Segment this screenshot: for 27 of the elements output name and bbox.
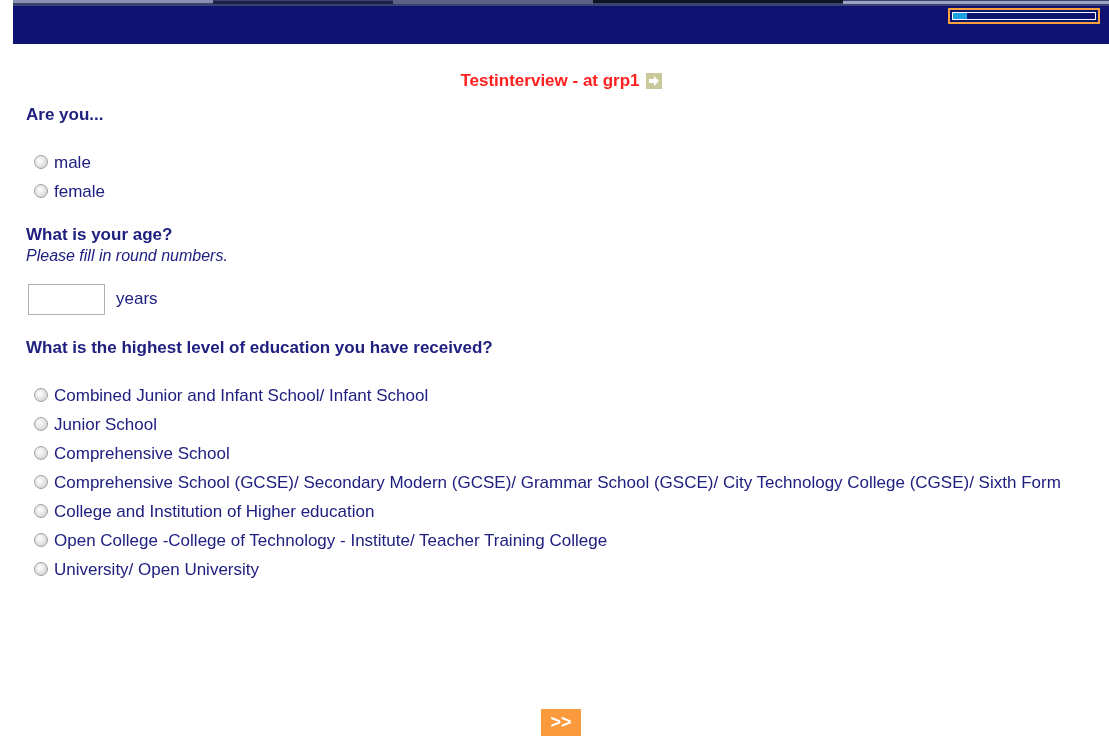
hint-text: Please fill in round numbers. <box>26 245 229 266</box>
question-text: What is your age? <box>26 223 174 246</box>
option-label: Comprehensive School (GCSE)/ Secondary Modern (GCSE)/ Grammar School (GSCE)/ City Technology College (CGSE)/ Sixth Form <box>54 471 1061 493</box>
radio-button[interactable] <box>34 417 48 431</box>
radio-button[interactable] <box>34 446 48 460</box>
radio-button[interactable] <box>34 533 48 547</box>
option-label: female <box>54 180 106 202</box>
option-label: Comprehensive School <box>54 442 230 464</box>
input-field[interactable] <box>28 283 105 315</box>
unit-label: years <box>116 288 158 311</box>
survey-title: Testinterview - at grp1 <box>460 70 640 92</box>
option-label: Combined Junior and Infant School/ Infant School <box>54 384 429 406</box>
option-label: male <box>54 151 91 173</box>
arrow-icon <box>645 72 662 89</box>
option-label: College and Institution of Higher education <box>54 500 375 522</box>
option-label: University/ Open University <box>54 558 259 580</box>
radio-button[interactable] <box>34 388 48 402</box>
option-label: Junior School <box>54 413 157 435</box>
radio-button[interactable] <box>34 504 48 518</box>
radio-button[interactable] <box>34 475 48 489</box>
radio-button[interactable] <box>34 562 48 576</box>
next-button[interactable]: >> <box>541 709 581 736</box>
radio-button[interactable] <box>34 155 48 169</box>
question-text: What is the highest level of education you have received? <box>26 336 494 359</box>
option-label: Open College -College of Technology - Institute/ Teacher Training College <box>54 529 608 551</box>
radio-button[interactable] <box>34 184 48 198</box>
question-text: Are you... <box>26 103 105 126</box>
